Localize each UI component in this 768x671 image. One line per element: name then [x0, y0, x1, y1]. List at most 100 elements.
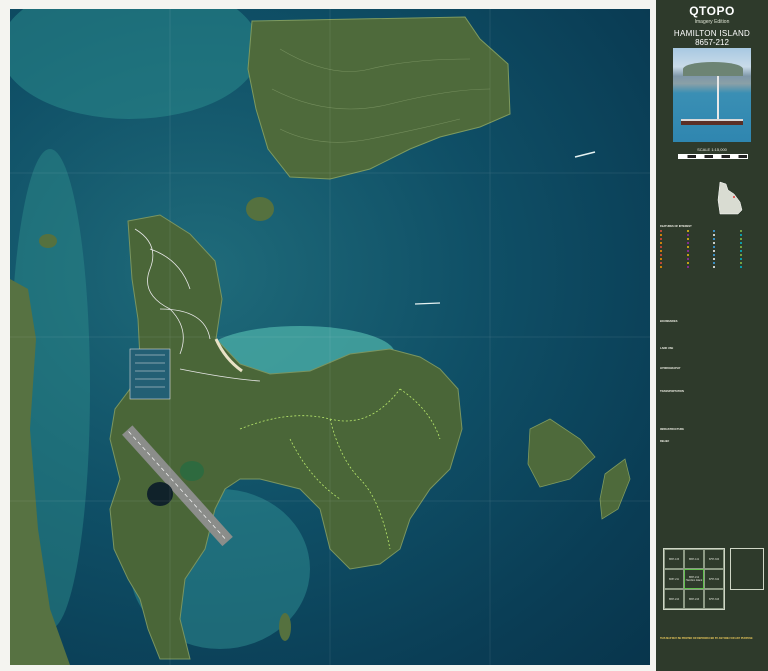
legend-relief: RELIEF — [660, 440, 764, 444]
legend-land-use: LAND USE — [660, 347, 764, 351]
index-cell: 8657-243 — [684, 589, 704, 609]
legend-symbol-icon — [686, 245, 689, 248]
legend-symbol-icon — [739, 229, 742, 232]
legend-item — [660, 265, 685, 268]
legend-symbol-icon — [739, 257, 742, 260]
legend-item — [739, 245, 765, 248]
legend-item — [660, 241, 685, 244]
legend-symbol-icon — [739, 241, 742, 244]
legend-symbol-icon — [686, 261, 689, 264]
legend-item — [713, 241, 738, 244]
legend-item — [739, 241, 765, 244]
legend-transport: TRANSPORTATION — [660, 390, 764, 394]
legend-boundaries: BOUNDARIES — [660, 320, 764, 324]
index-cell-number: 8757-334 — [708, 557, 720, 561]
legend-symbol-icon — [660, 233, 662, 236]
brand-title: QTOPO — [689, 4, 735, 18]
index-cell: 8657-133 — [664, 549, 684, 569]
legend-heading-relief: RELIEF — [660, 440, 670, 443]
boat-wake-1 — [574, 151, 596, 158]
legend-item — [713, 229, 738, 232]
legend-heading-hydrography: HYDROGRAPHY — [660, 367, 681, 370]
dent-island — [247, 16, 511, 180]
legend-item — [660, 253, 685, 256]
legend-item — [739, 265, 765, 268]
legend-item — [686, 241, 712, 244]
index-cell-number: 8657-133 — [668, 557, 680, 561]
legend-symbol-icon — [686, 237, 689, 240]
map-frame — [0, 0, 656, 671]
legend-symbol-icon — [686, 253, 689, 256]
legend-heading-infrastructure: INFRASTRUCTURE — [660, 428, 684, 431]
legend-symbol-icon — [713, 237, 715, 240]
map-number: 8657-212 — [695, 38, 729, 47]
legend-item — [686, 233, 712, 236]
index-cell: 8657-212 Hamilton Island — [684, 569, 704, 589]
legend-symbol-icon — [686, 257, 689, 260]
legend-symbol-icon — [686, 241, 689, 244]
islet-west — [39, 234, 57, 248]
legend-symbol-icon — [713, 253, 715, 256]
legend-features: FEATURES OF INTEREST — [660, 225, 764, 268]
legend-symbol-icon — [739, 233, 742, 236]
index-cell-number: 8757-343 — [708, 597, 720, 601]
legend-symbol-icon — [660, 257, 662, 260]
legend-item — [713, 257, 738, 260]
imagery-map[interactable] — [10, 9, 650, 665]
queensland-locator-map — [717, 181, 743, 215]
legend-symbol-icon — [713, 265, 715, 268]
photo-ship-hull — [681, 121, 743, 125]
lake-1 — [147, 482, 173, 506]
legend-symbol-icon — [660, 249, 662, 252]
reproduction-notice: THIS MAP MAY BE PRINTED OR REPRODUCED BY… — [660, 637, 753, 640]
legend-item — [713, 233, 738, 236]
legend-symbol-icon — [686, 249, 689, 252]
legend-item — [739, 253, 765, 256]
legend-item — [660, 229, 685, 232]
legend-symbol-icon — [739, 265, 742, 268]
sheet-layout-diagram — [730, 548, 764, 590]
legend-item — [739, 229, 765, 232]
legend-symbol-icon — [713, 249, 715, 252]
legend-symbol-icon — [739, 237, 742, 240]
legend-symbol-icon — [660, 261, 662, 264]
east-island — [527, 418, 596, 488]
legend-symbol-icon — [713, 241, 715, 244]
legend-symbol-icon — [686, 233, 689, 236]
index-cell: 8757-343 — [704, 589, 724, 609]
index-cell-number: 8657-244 — [668, 597, 680, 601]
legend-item — [713, 249, 738, 252]
legend-notes — [660, 455, 764, 457]
index-cell-name: Hamilton Island — [685, 579, 703, 582]
index-cell-number: 8657-243 — [688, 597, 700, 601]
legend-symbol-icon — [713, 229, 715, 232]
scale-bar — [678, 154, 748, 159]
legend-symbol-icon — [660, 265, 662, 268]
adjoining-sheets-index: 8657-133 8657-141 8757-334 8657-211 8657-212… — [663, 548, 725, 610]
islet-north — [246, 197, 274, 221]
map-area[interactable] — [10, 9, 650, 665]
legend-symbol-icon — [660, 237, 662, 240]
legend-item — [686, 257, 712, 260]
cover-photo — [673, 48, 751, 142]
legend-symbol-icon — [739, 245, 742, 248]
legend-heading-boundaries: BOUNDARIES — [660, 320, 678, 323]
legend-symbol-icon — [686, 265, 689, 268]
legend-item — [686, 245, 712, 248]
legend-symbol-icon — [713, 245, 715, 248]
index-cell: 8757-334 — [704, 549, 724, 569]
legend-heading-transport: TRANSPORTATION — [660, 390, 684, 393]
legend-item — [739, 233, 765, 236]
photo-hill — [683, 62, 743, 76]
legend-item — [713, 245, 738, 248]
legend-symbol-icon — [660, 229, 662, 232]
islet-south — [279, 613, 291, 641]
map-name: HAMILTON ISLAND — [673, 29, 751, 38]
legend-item — [686, 237, 712, 240]
index-cell: 8757-342 — [704, 569, 724, 589]
legend-heading-features: FEATURES OF INTEREST — [660, 225, 692, 228]
index-cell: 8657-211 — [664, 569, 684, 589]
legend-item — [686, 253, 712, 256]
legend-symbol-icon — [686, 229, 689, 232]
legend-item — [660, 257, 685, 260]
